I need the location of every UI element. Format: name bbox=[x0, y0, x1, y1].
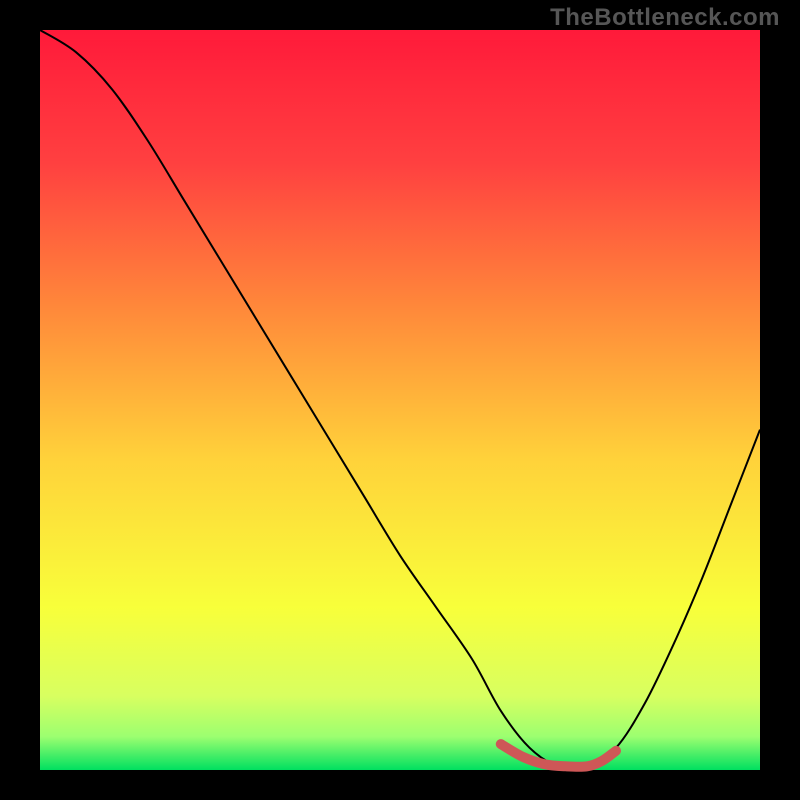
chart-frame: TheBottleneck.com bbox=[0, 0, 800, 800]
plot-area bbox=[40, 30, 760, 770]
curve-layer bbox=[40, 30, 760, 770]
watermark-text: TheBottleneck.com bbox=[550, 4, 780, 32]
valley-highlight bbox=[501, 744, 616, 767]
bottleneck-curve bbox=[40, 30, 760, 769]
